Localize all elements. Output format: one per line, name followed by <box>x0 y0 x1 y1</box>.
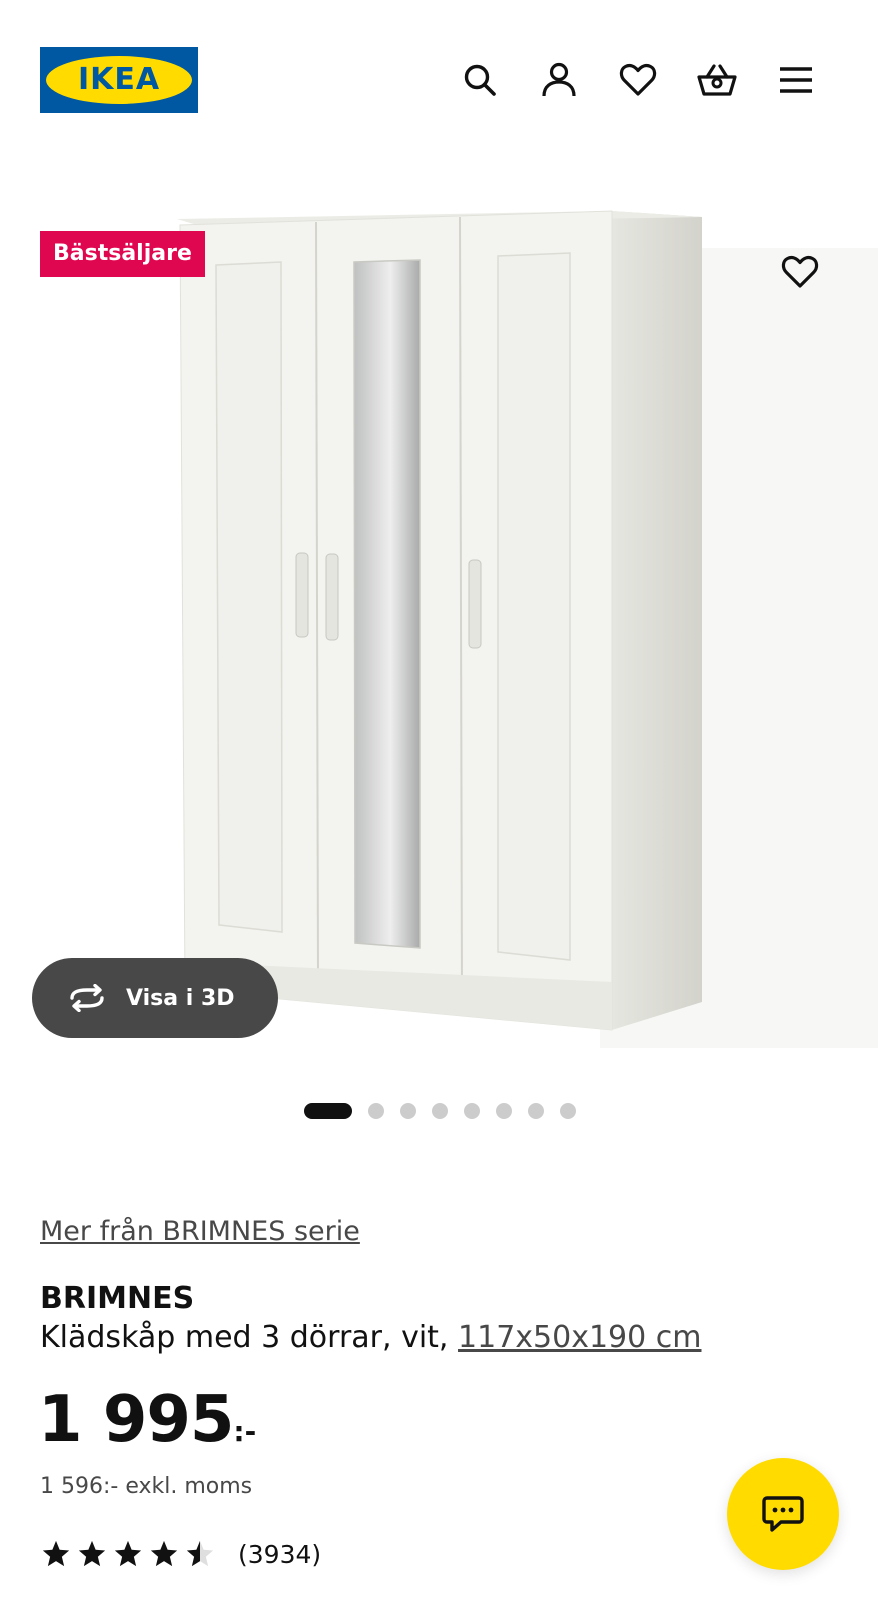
rating-stars <box>40 1539 220 1569</box>
logo-text: IKEA <box>77 62 161 97</box>
product-gallery[interactable] <box>0 150 878 1080</box>
chat-icon <box>762 1496 804 1532</box>
view-3d-button[interactable]: Visa i 3D <box>32 958 278 1038</box>
product-price: 1 995:- <box>38 1383 256 1457</box>
product-rating[interactable]: (3934) <box>40 1534 321 1574</box>
wardrobe-image <box>177 210 878 1048</box>
carousel-dot[interactable] <box>528 1103 544 1119</box>
review-count: (3934) <box>238 1539 322 1569</box>
star-full-icon <box>78 1540 106 1567</box>
bestseller-badge: Bästsäljare <box>40 231 205 277</box>
carousel-dot[interactable] <box>400 1103 416 1119</box>
product-name: BRIMNES <box>40 1281 195 1316</box>
carousel-dot[interactable] <box>464 1103 480 1119</box>
series-link[interactable]: Mer från BRIMNES serie <box>40 1216 360 1247</box>
view-3d-label: Visa i 3D <box>126 985 235 1011</box>
star-full-icon <box>150 1540 178 1567</box>
carousel-dot-active[interactable] <box>304 1103 352 1119</box>
carousel-pagination <box>0 1100 878 1120</box>
price-suffix: :- <box>233 1415 257 1448</box>
carousel-dot[interactable] <box>368 1103 384 1119</box>
star-full-icon <box>42 1540 70 1567</box>
top-header: IKEA <box>0 0 878 160</box>
star-half-icon <box>186 1540 214 1567</box>
carousel-dot[interactable] <box>496 1103 512 1119</box>
product-description-text: Klädskåp med 3 dörrar, vit, <box>40 1320 449 1355</box>
basket-icon[interactable] <box>695 58 739 102</box>
carousel-dot[interactable] <box>560 1103 576 1119</box>
product-description: Klädskåp med 3 dörrar, vit, 117x50x190 c… <box>40 1320 702 1355</box>
search-icon[interactable] <box>458 58 502 102</box>
price-excl-vat: 1 596:- exkl. moms <box>40 1474 253 1499</box>
chat-button[interactable] <box>727 1458 839 1570</box>
ikea-logo[interactable]: IKEA <box>40 47 198 113</box>
user-icon[interactable] <box>537 58 581 102</box>
rotate-3d-icon <box>66 983 110 1013</box>
star-full-icon <box>114 1540 142 1567</box>
favourite-heart-icon[interactable] <box>776 248 824 296</box>
product-dimensions-link[interactable]: 117x50x190 cm <box>458 1320 701 1355</box>
price-amount: 1 995 <box>38 1383 234 1457</box>
heart-icon[interactable] <box>616 58 660 102</box>
carousel-dot[interactable] <box>432 1103 448 1119</box>
menu-icon[interactable] <box>774 58 818 102</box>
